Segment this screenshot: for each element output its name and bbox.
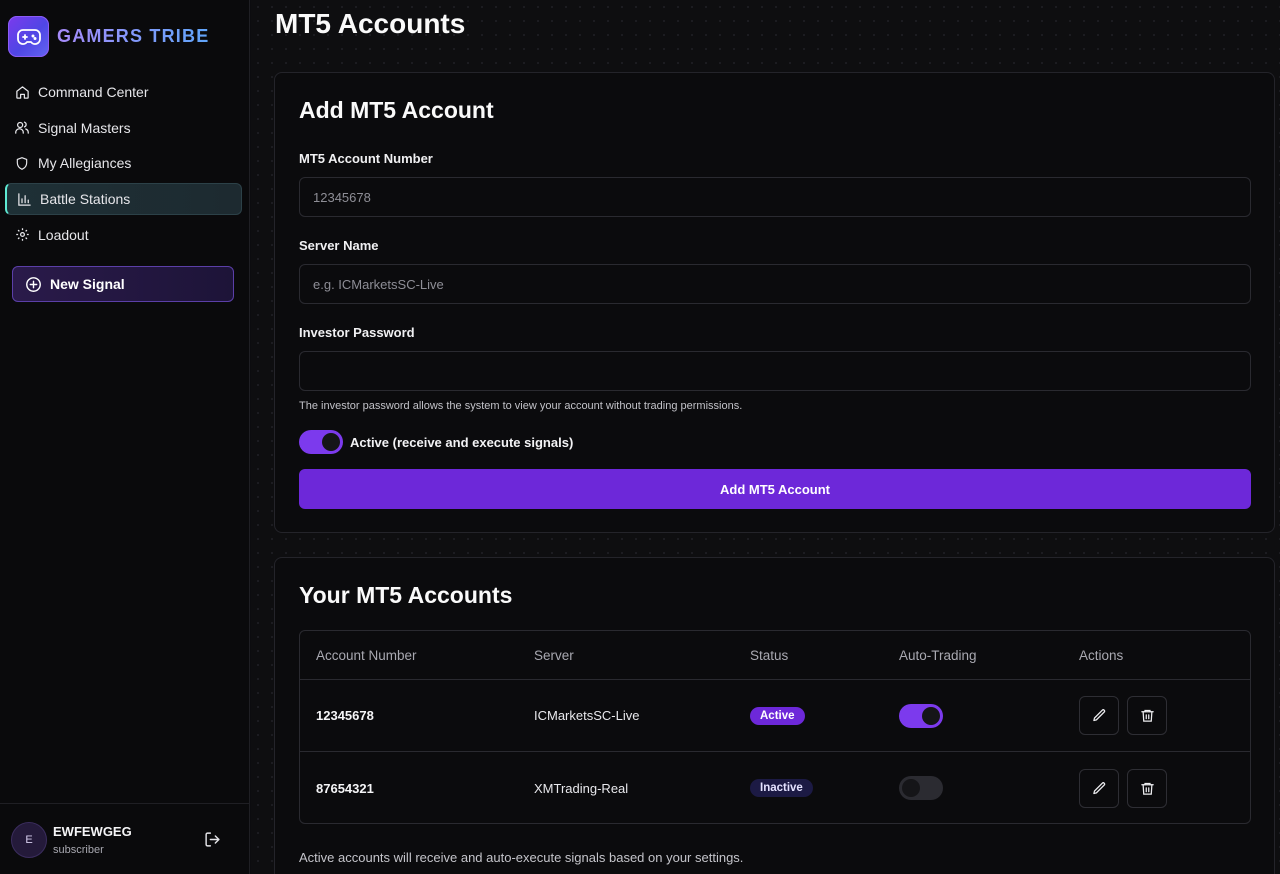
account-number-cell: 87654321: [316, 780, 374, 796]
sidebar-item-battle-stations[interactable]: Battle Stations: [5, 183, 242, 216]
server-name-input[interactable]: [299, 264, 1251, 304]
new-signal-button[interactable]: New Signal: [12, 266, 234, 302]
sidebar-item-loadout[interactable]: Loadout: [5, 219, 242, 251]
status-badge: Active: [750, 706, 805, 725]
investor-password-label: Investor Password: [299, 325, 415, 340]
server-name-label: Server Name: [299, 238, 379, 253]
column-header: Account Number: [316, 647, 417, 663]
add-account-button[interactable]: Add MT5 Account: [299, 469, 1251, 509]
active-toggle[interactable]: [299, 430, 343, 454]
table-header: Account Number Server Status Auto-Tradin…: [300, 631, 1250, 680]
sidebar-item-my-allegiances[interactable]: My Allegiances: [5, 147, 242, 179]
logout-icon[interactable]: [204, 831, 222, 849]
actions-cell: [1079, 752, 1175, 823]
column-header: Actions: [1079, 647, 1124, 663]
sidebar-nav: Command Center Signal Masters My Allegia…: [5, 76, 242, 254]
bar-chart-icon: [16, 191, 32, 207]
column-header: Server: [534, 647, 574, 663]
table-row: 12345678 ICMarketsSC-Live Active: [300, 680, 1250, 752]
sidebar: GAMERS TRIBE Command Center Signal Maste…: [0, 0, 250, 874]
accounts-footnote: Active accounts will receive and auto-ex…: [299, 850, 744, 865]
add-account-card: Add MT5 Account MT5 Account Number Serve…: [274, 72, 1275, 533]
actions-cell: [1079, 680, 1175, 751]
status-cell: Inactive: [750, 752, 813, 823]
account-number-cell: 12345678: [316, 708, 374, 723]
auto-trading-toggle[interactable]: [899, 776, 943, 800]
shield-icon: [14, 155, 30, 171]
toggle-knob: [902, 779, 920, 797]
pencil-icon: [1092, 709, 1105, 722]
password-hint: The investor password allows the system …: [299, 400, 743, 412]
toggle-knob: [322, 433, 340, 451]
auto-trading-cell: [899, 680, 943, 751]
brand[interactable]: GAMERS TRIBE: [8, 16, 209, 57]
user-profile: E EWFEWGEG subscriber: [0, 803, 250, 874]
toggle-knob: [922, 706, 940, 725]
edit-button[interactable]: [1079, 768, 1119, 808]
sidebar-item-label: Command Center: [38, 84, 149, 100]
auto-trading-cell: [899, 752, 943, 823]
accounts-title: Your MT5 Accounts: [299, 582, 513, 608]
user-role: subscriber: [53, 844, 104, 856]
auto-trading-toggle[interactable]: [899, 703, 943, 728]
sidebar-item-label: My Allegiances: [38, 155, 132, 172]
plus-circle-icon: [25, 276, 42, 293]
investor-password-input[interactable]: [299, 351, 1251, 391]
edit-button[interactable]: [1079, 696, 1119, 735]
column-header: Status: [750, 647, 789, 663]
sidebar-item-label: Signal Masters: [38, 119, 131, 136]
add-account-title: Add MT5 Account: [299, 97, 494, 123]
server-cell: XMTrading-Real: [534, 780, 629, 796]
delete-button[interactable]: [1127, 768, 1167, 808]
trash-icon: [1140, 782, 1154, 795]
gear-icon: [14, 227, 30, 243]
trash-icon: [1140, 709, 1154, 722]
home-icon: [14, 84, 30, 100]
status-badge: Inactive: [750, 779, 813, 797]
active-toggle-row: Active (receive and execute signals): [299, 430, 573, 454]
page-title: MT5 Accounts: [275, 8, 466, 39]
table-row: 87654321 XMTrading-Real Inactive: [300, 752, 1250, 823]
sidebar-item-signal-masters[interactable]: Signal Masters: [5, 112, 242, 144]
brand-name: GAMERS TRIBE: [57, 26, 210, 46]
user-name: EWFEWGEG: [53, 824, 132, 839]
users-icon: [14, 120, 30, 136]
accounts-table: Account Number Server Status Auto-Tradin…: [299, 630, 1251, 824]
main-content: MT5 Accounts Add MT5 Account MT5 Account…: [251, 0, 1280, 874]
status-cell: Active: [750, 680, 805, 751]
gamepad-icon: [8, 16, 49, 57]
accounts-card: Your MT5 Accounts Account Number Server …: [274, 557, 1275, 874]
account-number-label: MT5 Account Number: [299, 151, 433, 166]
account-number-input[interactable]: [299, 177, 1251, 217]
sidebar-item-label: Loadout: [38, 226, 89, 243]
sidebar-item-label: Battle Stations: [40, 191, 131, 208]
column-header: Auto-Trading: [899, 647, 977, 663]
delete-button[interactable]: [1127, 696, 1167, 735]
new-signal-label: New Signal: [50, 276, 125, 292]
server-cell: ICMarketsSC-Live: [534, 708, 640, 723]
sidebar-item-command-center[interactable]: Command Center: [5, 76, 242, 108]
avatar[interactable]: E: [11, 822, 47, 858]
pencil-icon: [1092, 781, 1105, 794]
active-toggle-label: Active (receive and execute signals): [350, 434, 574, 450]
